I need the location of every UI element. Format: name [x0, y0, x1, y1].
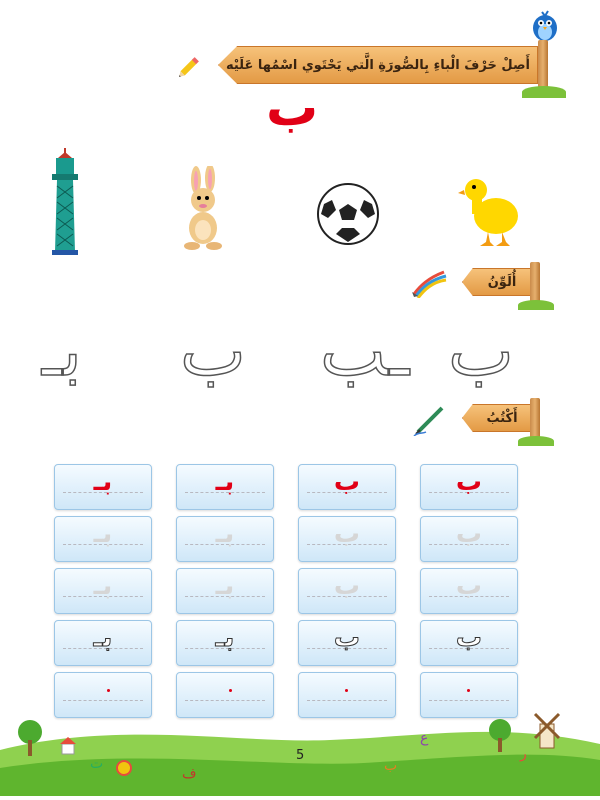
practice-letter: ب	[455, 622, 483, 653]
practice-letter: بـ	[215, 519, 235, 549]
color-label: أُلَوِّنُ	[487, 274, 517, 290]
color-sign-grass	[518, 300, 554, 310]
practice-card[interactable]: ب	[420, 464, 518, 510]
tower-picture[interactable]	[48, 146, 82, 256]
page-number: 5	[296, 748, 305, 763]
practice-card[interactable]: بـ	[176, 464, 274, 510]
practice-letter: ب	[455, 571, 483, 601]
write-sign: أَكْتُبُ	[462, 404, 534, 432]
svg-text:ف: ف	[182, 766, 197, 782]
practice-letter: ب	[455, 467, 483, 497]
write-sign-grass	[518, 436, 554, 446]
practice-card[interactable]: بـ	[54, 620, 152, 666]
top-sign-post	[538, 40, 548, 92]
practice-letter: بـ	[215, 622, 235, 653]
practice-card[interactable]: ب	[298, 516, 396, 562]
practice-card[interactable]: بـ	[176, 516, 274, 562]
color-sign: أُلَوِّنُ	[462, 268, 534, 296]
svg-text:ت: ت	[90, 756, 103, 772]
practice-letter: ب	[333, 519, 361, 549]
practice-card[interactable]: بـ	[54, 568, 152, 614]
practice-letter: بـ	[215, 571, 235, 601]
practice-letter: بـ	[93, 571, 113, 601]
practice-card[interactable]: ب	[420, 620, 518, 666]
quill-pen-icon	[412, 404, 448, 437]
practice-letter: بـ	[215, 467, 235, 497]
outline-letter-2[interactable]: ـب	[319, 315, 410, 387]
svg-text:ر: ر	[519, 746, 527, 762]
practice-card[interactable]: ب	[420, 568, 518, 614]
rabbit-picture[interactable]	[176, 164, 232, 252]
outline-letter-4[interactable]: بـ	[41, 315, 83, 387]
practice-letter: ب	[333, 622, 361, 653]
top-sign-grass	[522, 86, 566, 98]
paintbrush-icon	[410, 268, 448, 299]
main-letter: ب	[266, 78, 319, 138]
practice-letter: ب	[455, 519, 483, 549]
practice-dot	[345, 689, 348, 692]
instruction-text: أَصِلْ حَرْفَ الْباءِ بِالصُّورَةِ الَّت…	[225, 57, 530, 73]
write-label: أَكْتُبُ	[486, 410, 518, 426]
pencil-icon	[174, 52, 204, 82]
outline-letter-3[interactable]: ب	[179, 315, 246, 387]
practice-card[interactable]: ب	[420, 516, 518, 562]
practice-card[interactable]: ب	[298, 568, 396, 614]
svg-text:ع: ع	[420, 730, 429, 746]
practice-card[interactable]: بـ	[54, 464, 152, 510]
practice-letter: بـ	[93, 519, 113, 549]
duck-picture[interactable]	[458, 170, 524, 250]
bird-mascot-icon	[528, 6, 562, 44]
practice-card[interactable]: ب	[298, 620, 396, 666]
practice-card[interactable]: بـ	[54, 516, 152, 562]
practice-dot	[107, 689, 110, 692]
practice-letter: بـ	[93, 467, 113, 497]
practice-card[interactable]: بـ	[176, 620, 274, 666]
practice-dot	[467, 689, 470, 692]
practice-letter: ب	[333, 467, 361, 497]
practice-letter: ب	[333, 571, 361, 601]
outline-letter-1[interactable]: ب	[447, 315, 514, 387]
practice-dot	[229, 689, 232, 692]
practice-card[interactable]: بـ	[176, 568, 274, 614]
practice-card[interactable]: ب	[298, 464, 396, 510]
svg-text:ب: ب	[384, 758, 397, 774]
ball-picture[interactable]	[316, 182, 380, 246]
practice-letter: بـ	[93, 622, 113, 653]
